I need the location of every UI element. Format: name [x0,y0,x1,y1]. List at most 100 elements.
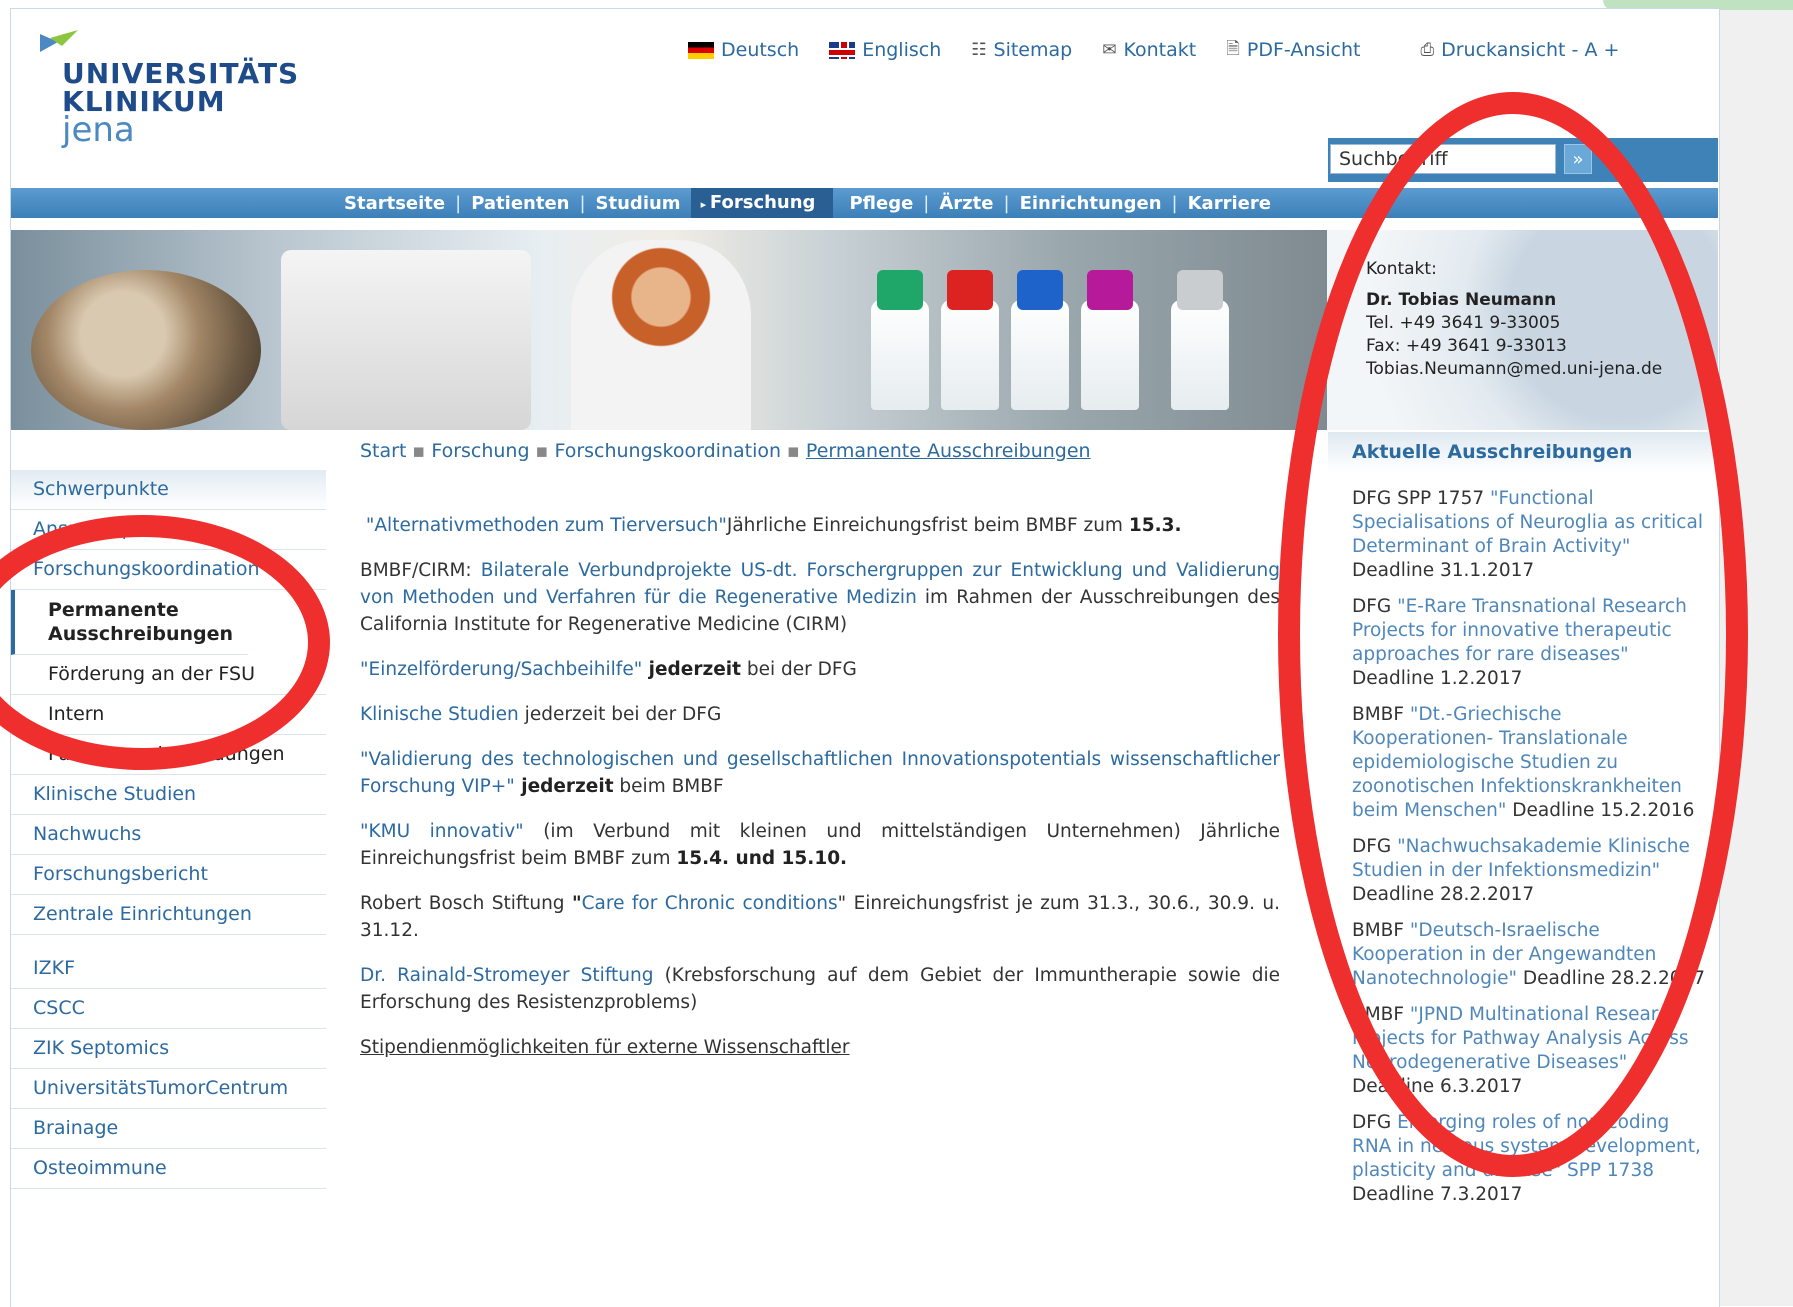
top-link-label: PDF-Ansicht [1246,39,1361,61]
mail-icon: ✉ [1102,40,1117,60]
contact-name: Dr. Tobias Neumann [1366,290,1557,310]
sitemap-link[interactable]: ☷ Sitemap [971,39,1072,61]
item-deadline: Deadline 28.2.2017 [1517,968,1706,989]
lang-deutsch-link[interactable]: Deutsch [688,39,799,61]
nav-item-einrichtungen[interactable]: Einrichtungen [1010,193,1172,214]
nav-item-studium[interactable]: Studium [586,193,691,214]
sidebar-item-permanente-ausschreibungen[interactable]: Permanente Ausschreibungen [11,590,248,655]
breadcrumb-forschung[interactable]: Forschung [431,440,529,462]
content-paragraph: Dr. Rainald-Stromeyer Stiftung (Krebsfor… [360,962,1280,1016]
bottle-image [1011,270,1069,410]
sidebar-item-osteoimmune[interactable]: Osteoimmune [11,1149,326,1189]
breadcrumb-forschungskoordination[interactable]: Forschungskoordination [554,440,781,462]
pdf-view-link[interactable]: 🗎 PDF-Ansicht [1226,36,1360,65]
sidebar-item-schwerpunkte[interactable]: Schwerpunkte [11,470,326,510]
content-paragraph: "Einzelförderung/Sachbeihilfe" jederzeit… [360,656,1280,683]
print-icon: ⎙ [1420,40,1435,60]
nav-item-patienten[interactable]: Patienten [461,193,579,214]
breadcrumb-separator: ▪ [535,440,549,462]
contact-tel: Tel. +49 3641 9-33005 [1366,313,1561,333]
content-link[interactable]: Dr. Rainald-Stromeyer Stiftung [360,965,653,986]
breadcrumb-start[interactable]: Start [360,440,406,462]
site-logo[interactable]: UNIVERSITÄTS KLINIKUM jena [40,30,300,150]
content-link[interactable]: "Einzelförderung/Sachbeihilfe" [360,659,642,680]
item-link[interactable]: Emerging roles of non-coding RNA in nerv… [1352,1112,1701,1181]
nav-item-karriere[interactable]: Karriere [1178,193,1281,214]
item-org: BMBF [1352,920,1410,941]
item-org: BMBF [1352,1004,1410,1025]
sidebar-item-zik-septomics[interactable]: ZIK Septomics [11,1029,326,1069]
bottle-image [1171,270,1229,410]
top-link-label: Sitemap [993,39,1073,61]
top-links: Deutsch Englisch ☷ Sitemap ✉ Kontakt 🗎 P… [688,38,1619,62]
window-background [1719,0,1793,1306]
logo-line-3: jena [62,110,135,150]
hero-image [11,230,1327,430]
content-text: Robert Bosch Stiftung [360,893,572,914]
content-link[interactable]: "Alternativmethoden zum Tierversuch" [366,515,727,536]
item-link[interactable]: "Nachwuchsakademie Klinische Studien in … [1352,836,1690,881]
top-link-label: Kontakt [1123,39,1197,61]
nav-item-startseite[interactable]: Startseite [334,193,455,214]
content-bold: jederzeit [514,776,614,797]
contact-label: Kontakt: [1366,259,1437,279]
list-item: BMBF "JPND Multinational Research Projec… [1352,1003,1707,1099]
search-input[interactable] [1330,144,1556,174]
item-deadline: Deadline 28.2.2017 [1352,884,1535,905]
list-item: BMBF "Dt.-Griechische Kooperationen- Tra… [1352,703,1707,823]
flag-uk-icon [829,41,856,59]
sidebar-item-ansprechpartner[interactable]: Ansprechpartner [11,510,326,550]
sidebar-item-brainage[interactable]: Brainage [11,1109,326,1149]
content-paragraph: "KMU innovativ" (im Verbund mit kleinen … [360,818,1280,872]
nav-item-forschung[interactable]: ▸ Forschung [690,188,834,218]
bottle-image [1081,270,1139,410]
flag-de-icon [688,41,714,59]
item-deadline: Deadline 7.3.2017 [1352,1184,1523,1205]
breadcrumb-current[interactable]: Permanente Ausschreibungen [806,440,1091,462]
content-link[interactable]: "KMU innovativ" [360,821,524,842]
content-link[interactable]: Care for Chronic conditions [582,893,838,914]
item-org: DFG [1352,596,1398,617]
item-org: DFG [1352,1112,1398,1133]
content-bold: 15.4. und 15.10. [676,848,848,869]
researcher-image [571,240,751,430]
sidebar-item-klinische-studien[interactable]: Klinische Studien [11,775,326,815]
sidebar-item-izkf[interactable]: IZKF [11,949,326,989]
item-deadline: Deadline 1.2.2017 [1352,668,1523,689]
search-button[interactable]: » [1564,144,1592,174]
kontakt-link[interactable]: ✉ Kontakt [1102,39,1196,61]
item-deadline: Deadline 6.3.2017 [1352,1076,1523,1097]
print-view-link[interactable]: ⎙ Druckansicht - A + [1421,39,1620,61]
nav-item-aerzte[interactable]: Ärzte [929,193,1003,214]
sidebar-nav: Schwerpunkte Ansprechpartner Forschungsk… [11,470,326,1189]
sidebar-item-intern[interactable]: Intern [11,695,326,735]
nav-active-arrow-icon: ▸ [700,198,710,211]
content-link[interactable]: "Validierung des technologischen und ges… [360,749,1280,797]
content-link[interactable]: Klinische Studien [360,704,519,725]
sidebar-item-cscc[interactable]: CSCC [11,989,326,1029]
sidebar-item-utc[interactable]: UniversitätsTumorCentrum [11,1069,326,1109]
nav-item-pflege[interactable]: Pflege [833,193,923,214]
content-text: jederzeit bei der DFG [518,704,722,725]
sidebar-item-forschungsbericht[interactable]: Forschungsbericht [11,855,326,895]
item-link[interactable]: "E-Rare Transnational Research Projects … [1352,596,1687,665]
sidebar-item-patente[interactable]: Patente und Erfindungen [11,735,326,775]
content-text: bei der DFG [740,659,857,680]
contact-box: Kontakt: Dr. Tobias Neumann Tel. +49 364… [1366,258,1662,381]
sidebar-item-forschungskoordination[interactable]: Forschungskoordination [11,550,326,590]
stipendien-link[interactable]: Stipendienmöglichkeiten für externe Wiss… [360,1037,850,1058]
sidebar-item-foerderung-fsu[interactable]: Förderung an der FSU [11,655,326,695]
list-item: DFG SPP 1757 "Functional Specialisations… [1352,487,1707,583]
item-org: DFG [1352,836,1398,857]
lang-englisch-link[interactable]: Englisch [829,39,941,61]
contact-fax: Fax: +49 3641 9-33013 [1366,336,1567,356]
contact-email[interactable]: Tobias.Neumann@med.uni-jena.de [1366,358,1662,381]
content-paragraph: "Validierung des technologischen und ges… [360,746,1280,800]
sidebar-item-zentrale-einrichtungen[interactable]: Zentrale Einrichtungen [11,895,326,935]
sidebar-item-nachwuchs[interactable]: Nachwuchs [11,815,326,855]
bottle-image [871,270,929,410]
list-item: DFG "E-Rare Transnational Research Proje… [1352,595,1707,691]
microscope-image [281,250,531,430]
top-link-label: Englisch [862,39,942,61]
content-paragraph: Robert Bosch Stiftung "Care for Chronic … [360,890,1280,944]
